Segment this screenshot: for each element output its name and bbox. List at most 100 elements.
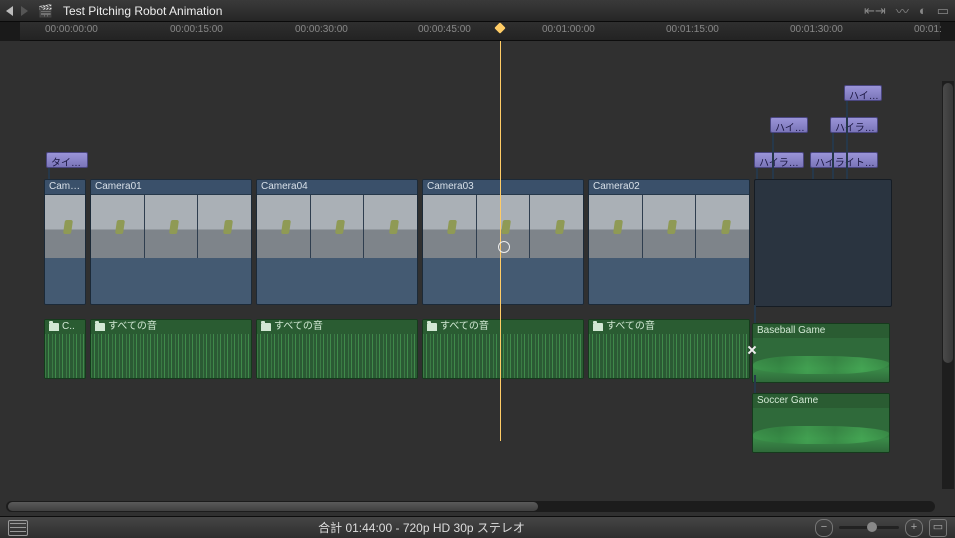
connection-line bbox=[754, 375, 756, 393]
clip-title: Camera03 bbox=[423, 180, 583, 195]
clip-title: Cam… bbox=[45, 180, 85, 195]
waveform bbox=[423, 334, 583, 378]
history-nav bbox=[6, 6, 28, 16]
audio-lane: C.. すべての音 すべての音 すべての音 すべての音 bbox=[44, 319, 754, 379]
connected-clip-placeholder[interactable] bbox=[754, 179, 892, 307]
forward-button[interactable] bbox=[21, 6, 28, 16]
audio-clip[interactable]: すべての音 bbox=[256, 319, 418, 379]
clip-thumbnail bbox=[145, 195, 199, 258]
connection-line bbox=[812, 168, 814, 179]
keyword-marker[interactable]: ハイ… bbox=[770, 117, 808, 133]
audio-clip[interactable]: すべての音 bbox=[90, 319, 252, 379]
zoom-out-button[interactable]: − bbox=[815, 519, 833, 537]
horizontal-scrollbar[interactable] bbox=[6, 501, 935, 512]
keyword-marker[interactable]: タイ… bbox=[46, 152, 88, 168]
clip-footer bbox=[257, 258, 417, 304]
video-clip[interactable]: Camera04 bbox=[256, 179, 418, 305]
zoom-slider-knob[interactable] bbox=[867, 522, 877, 532]
vertical-scroll-thumb[interactable] bbox=[943, 83, 953, 363]
solo-icon[interactable]: ◐ bbox=[919, 3, 927, 18]
ruler-tick: 00:01:15:00 bbox=[666, 24, 719, 35]
audio-clip-title: すべての音 bbox=[108, 320, 157, 334]
waveform bbox=[753, 408, 889, 452]
project-title: Test Pitching Robot Animation bbox=[63, 4, 222, 18]
audio-clip-header: すべての音 bbox=[257, 320, 417, 335]
project-summary: 合計 01:44:00 - 720p HD 30p ステレオ bbox=[38, 519, 805, 536]
audio-clip[interactable]: C.. bbox=[44, 319, 86, 379]
clip-title: Camera01 bbox=[91, 180, 251, 195]
clip-thumbnail bbox=[643, 195, 697, 258]
audio-clip-title: Baseball Game bbox=[753, 324, 889, 339]
ruler-tick: 00:00:15:00 bbox=[170, 24, 223, 35]
clip-footer bbox=[589, 258, 749, 304]
connection-line bbox=[754, 305, 756, 323]
waveform bbox=[589, 334, 749, 378]
audio-clip-header: すべての音 bbox=[423, 320, 583, 335]
clip-title: Camera02 bbox=[589, 180, 749, 195]
back-button[interactable] bbox=[6, 6, 13, 16]
zoom-controls: − + ▭ bbox=[815, 519, 947, 537]
clip-thumbnail bbox=[45, 195, 85, 258]
title-bar: 🎬 Test Pitching Robot Animation ⇤⇥ 〰 ◐ ▭ bbox=[0, 0, 955, 22]
keyword-marker[interactable]: ハイラ… bbox=[830, 117, 878, 133]
ruler-tick: 00:00:00:00 bbox=[45, 24, 98, 35]
audio-clip-header: C.. bbox=[45, 320, 85, 335]
audio-clip[interactable]: すべての音 bbox=[588, 319, 750, 379]
clip-thumbnail bbox=[530, 195, 583, 258]
clip-thumbnail bbox=[696, 195, 749, 258]
video-clip[interactable]: Camera02 bbox=[588, 179, 750, 305]
ruler-tick: 00:01:00:00 bbox=[542, 24, 595, 35]
tool-icon[interactable]: ▭ bbox=[937, 3, 949, 19]
clip-appearance-button[interactable]: ▭ bbox=[929, 519, 947, 537]
keyword-marker[interactable]: ハイラ… bbox=[754, 152, 804, 168]
playhead[interactable] bbox=[494, 22, 506, 34]
folder-icon bbox=[261, 323, 271, 331]
audio-clip-header: すべての音 bbox=[91, 320, 251, 335]
connected-audio-clip[interactable]: Baseball Game bbox=[752, 323, 890, 383]
folder-icon bbox=[593, 323, 603, 331]
clip-thumbnail bbox=[423, 195, 477, 258]
audio-clip-title: Soccer Game bbox=[753, 394, 889, 409]
audio-clip-title: C.. bbox=[62, 320, 75, 334]
audio-clip[interactable]: すべての音 bbox=[422, 319, 584, 379]
folder-icon bbox=[427, 323, 437, 331]
horizontal-scroll-thumb[interactable] bbox=[8, 502, 538, 511]
timeline[interactable]: タイ… ハイラ… ハイライト… ハイ… ハイラ… ハイ… Cam… Camera01 Came… bbox=[20, 41, 940, 501]
clip-thumbnail bbox=[364, 195, 417, 258]
playhead-indicator-icon bbox=[498, 241, 510, 253]
connection-line bbox=[772, 133, 774, 179]
zoom-in-button[interactable]: + bbox=[905, 519, 923, 537]
primary-storyline: Cam… Camera01 Camera04 Camera03 Camera02 bbox=[44, 179, 754, 305]
connection-line bbox=[846, 101, 848, 179]
keyword-marker[interactable]: ハイライト… bbox=[810, 152, 878, 168]
clip-thumbnail bbox=[257, 195, 311, 258]
audio-clip-title: すべての音 bbox=[274, 320, 323, 334]
keyword-marker[interactable]: ハイ… bbox=[844, 85, 882, 101]
transition-icon[interactable] bbox=[747, 345, 757, 355]
ruler-tick: 00:01:30:00 bbox=[790, 24, 843, 35]
video-clip[interactable]: Cam… bbox=[44, 179, 86, 305]
waveform bbox=[257, 334, 417, 378]
audio-skimming-icon[interactable]: 〰 bbox=[896, 1, 909, 20]
connection-line bbox=[48, 168, 50, 179]
connected-audio-clip[interactable]: Soccer Game bbox=[752, 393, 890, 453]
folder-icon bbox=[49, 323, 59, 331]
audio-clip-header: すべての音 bbox=[589, 320, 749, 335]
clip-title: Camera04 bbox=[257, 180, 417, 195]
zoom-slider[interactable] bbox=[839, 526, 899, 529]
waveform bbox=[753, 338, 889, 382]
time-ruler[interactable]: 00:00:00:0000:00:15:0000:00:30:0000:00:4… bbox=[20, 22, 940, 41]
vertical-scrollbar[interactable] bbox=[942, 81, 954, 489]
folder-icon bbox=[95, 323, 105, 331]
clip-footer bbox=[91, 258, 251, 304]
audio-clip-title: すべての音 bbox=[606, 320, 655, 334]
clip-footer bbox=[423, 258, 583, 304]
ruler-tick: 00:00:30:00 bbox=[295, 24, 348, 35]
video-clip[interactable]: Camera01 bbox=[90, 179, 252, 305]
clip-thumbnail bbox=[589, 195, 643, 258]
status-bar: 合計 01:44:00 - 720p HD 30p ステレオ − + ▭ bbox=[0, 516, 955, 538]
timeline-index-button[interactable] bbox=[8, 520, 28, 536]
ruler-tick: 00:01: bbox=[914, 24, 942, 35]
toolbar-right: ⇤⇥ 〰 ◐ ▭ bbox=[864, 1, 949, 20]
snapping-icon[interactable]: ⇤⇥ bbox=[864, 3, 886, 19]
